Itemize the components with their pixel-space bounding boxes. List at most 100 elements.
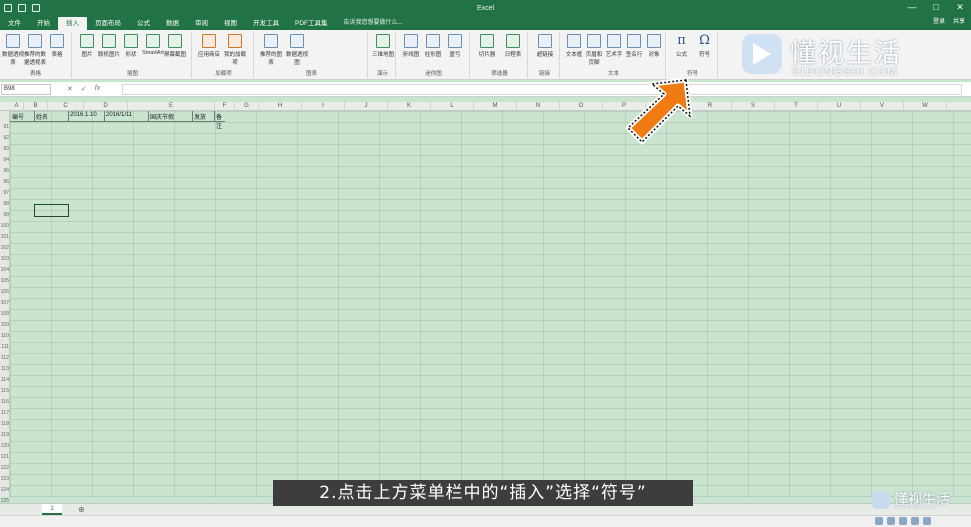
column-header-T[interactable]: T: [775, 102, 818, 111]
column-header-M[interactable]: M: [474, 102, 517, 111]
column-header-V[interactable]: V: [861, 102, 904, 111]
share-button[interactable]: 共享: [953, 16, 965, 29]
ribbon-button-6-1[interactable]: 日程表: [500, 34, 526, 58]
header-cell[interactable]: 编号: [12, 112, 24, 121]
cancel-icon[interactable]: ✕: [67, 85, 73, 93]
tab-3[interactable]: 页面布局: [87, 17, 129, 30]
ribbon-button-1-0[interactable]: 图片: [76, 34, 98, 58]
row-header[interactable]: 120: [0, 441, 10, 452]
ribbon-button-5-0[interactable]: 折线图: [400, 34, 422, 58]
header-cell[interactable]: 国庆节假: [150, 112, 174, 121]
row-header[interactable]: 91: [0, 122, 10, 133]
row-header[interactable]: 105: [0, 276, 10, 287]
maximize-button[interactable]: □: [931, 2, 941, 13]
row-header[interactable]: 95: [0, 166, 10, 177]
ribbon-button-9-1[interactable]: Ω 符号: [693, 34, 716, 59]
tab-0[interactable]: 文件: [0, 17, 29, 30]
ribbon-button-8-1[interactable]: 页眉和页脚: [584, 34, 604, 66]
ribbon-button-3-0[interactable]: 推荐的图表: [258, 34, 284, 66]
ribbon-button-3-1[interactable]: 数据透视图: [284, 34, 310, 66]
ribbon-button-9-0[interactable]: π 公式: [670, 34, 693, 59]
column-header-W[interactable]: W: [904, 102, 947, 111]
name-box[interactable]: B98: [1, 83, 51, 95]
row-header[interactable]: 106: [0, 287, 10, 298]
fx-icon[interactable]: fx: [95, 85, 100, 93]
row-header[interactable]: 98: [0, 199, 10, 210]
ribbon-button-5-1[interactable]: 柱形图: [422, 34, 444, 58]
row-header[interactable]: 116: [0, 397, 10, 408]
ribbon-button-2-1[interactable]: 我的加载项: [222, 34, 248, 66]
ribbon-button-5-2[interactable]: 盈亏: [444, 34, 466, 58]
column-header-U[interactable]: U: [818, 102, 861, 111]
column-header-J[interactable]: J: [345, 102, 388, 111]
ribbon-button-6-0[interactable]: 切片器: [474, 34, 500, 58]
row-header[interactable]: 101: [0, 232, 10, 243]
ribbon-button-0-2[interactable]: 表格: [46, 34, 68, 58]
column-header-F[interactable]: F: [215, 102, 235, 111]
row-header[interactable]: 117: [0, 408, 10, 419]
tab-5[interactable]: 数据: [158, 17, 187, 30]
add-sheet-icon[interactable]: ⊕: [78, 504, 85, 515]
selected-cell[interactable]: [34, 204, 69, 217]
column-header-L[interactable]: L: [431, 102, 474, 111]
column-header-E[interactable]: E: [128, 102, 215, 111]
ribbon-button-0-0[interactable]: 数据透视表: [2, 34, 24, 66]
row-header[interactable]: 111: [0, 342, 10, 353]
sheet-tab[interactable]: 1: [42, 504, 62, 515]
login-link[interactable]: 登录: [933, 16, 945, 29]
worksheet-grid[interactable]: [10, 111, 971, 497]
tab-9[interactable]: PDF工具集: [287, 17, 336, 30]
ribbon-button-8-4[interactable]: 对象: [644, 34, 664, 58]
minimize-button[interactable]: —: [907, 2, 917, 13]
ribbon-button-2-0[interactable]: 应用商店: [196, 34, 222, 58]
row-header[interactable]: 93: [0, 144, 10, 155]
header-cell[interactable]: 发放: [194, 112, 206, 121]
row-header[interactable]: 112: [0, 353, 10, 364]
close-button[interactable]: ✕: [955, 2, 965, 13]
tab-6[interactable]: 审阅: [187, 17, 216, 30]
ribbon-button-1-1[interactable]: 联机图片: [98, 34, 120, 58]
row-header[interactable]: 97: [0, 188, 10, 199]
column-header-I[interactable]: I: [302, 102, 345, 111]
row-header[interactable]: 102: [0, 243, 10, 254]
formula-input[interactable]: [122, 84, 962, 95]
row-header[interactable]: 122: [0, 463, 10, 474]
tab-8[interactable]: 开发工具: [245, 17, 287, 30]
row-header[interactable]: 108: [0, 309, 10, 320]
row-header[interactable]: 96: [0, 177, 10, 188]
column-header-H[interactable]: H: [259, 102, 302, 111]
ribbon-button-8-0[interactable]: 文本框: [564, 34, 584, 58]
row-header[interactable]: 119: [0, 430, 10, 441]
row-header[interactable]: 118: [0, 419, 10, 430]
row-header[interactable]: 121: [0, 452, 10, 463]
column-header-O[interactable]: O: [560, 102, 603, 111]
row-header[interactable]: 110: [0, 331, 10, 342]
row-header[interactable]: 124: [0, 485, 10, 496]
row-header[interactable]: 107: [0, 298, 10, 309]
ribbon-button-7-0[interactable]: 超链接: [532, 34, 558, 58]
tab-2[interactable]: 插入: [58, 17, 87, 30]
column-header-K[interactable]: K: [388, 102, 431, 111]
ribbon-button-4-0[interactable]: 三维地图: [372, 34, 394, 58]
row-header[interactable]: 109: [0, 320, 10, 331]
row-header[interactable]: 115: [0, 386, 10, 397]
confirm-icon[interactable]: ✓: [81, 85, 87, 93]
ribbon-button-0-1[interactable]: 推荐的数据透视表: [24, 34, 46, 66]
header-cell[interactable]: 备注: [216, 112, 225, 130]
column-header-C[interactable]: C: [48, 102, 84, 111]
row-header[interactable]: 92: [0, 133, 10, 144]
column-header-B[interactable]: B: [24, 102, 48, 111]
ribbon-button-1-3[interactable]: SmartArt: [142, 34, 164, 56]
ribbon-button-8-2[interactable]: 艺术字: [604, 34, 624, 58]
ribbon-button-1-4[interactable]: 屏幕截图: [164, 34, 186, 58]
row-header[interactable]: 104: [0, 265, 10, 276]
column-header-D[interactable]: D: [84, 102, 128, 111]
tell-me-box[interactable]: 告诉我您想要做什么...: [336, 17, 403, 30]
row-header[interactable]: 100: [0, 221, 10, 232]
row-header[interactable]: 123: [0, 474, 10, 485]
column-header-N[interactable]: N: [517, 102, 560, 111]
ribbon-button-8-3[interactable]: 签名行: [624, 34, 644, 58]
row-header[interactable]: 103: [0, 254, 10, 265]
row-header[interactable]: 94: [0, 155, 10, 166]
row-header[interactable]: 114: [0, 375, 10, 386]
